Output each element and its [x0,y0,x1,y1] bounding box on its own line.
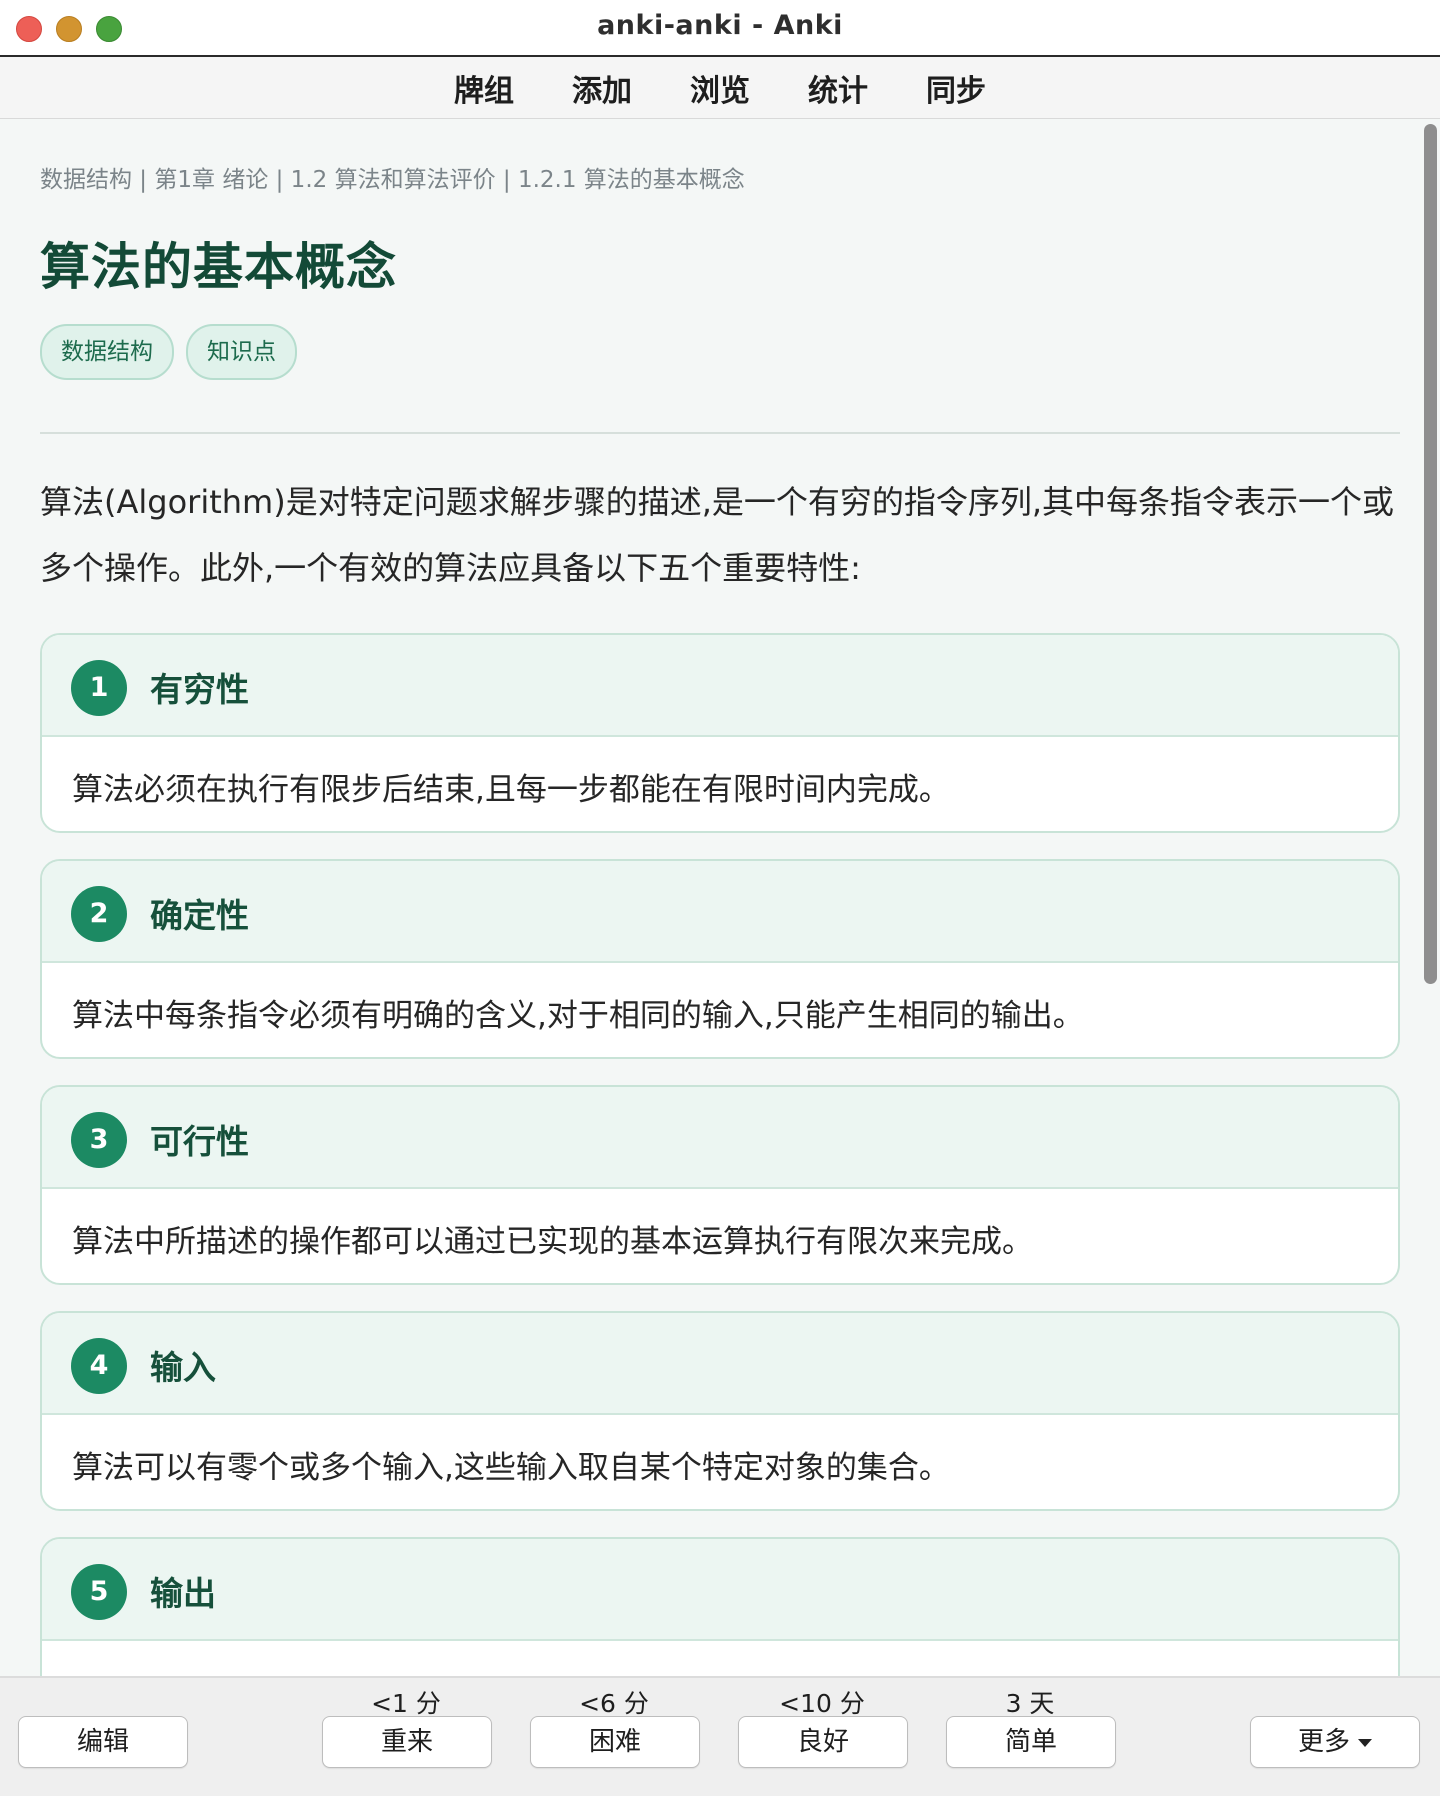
property-title: 有穷性 [150,670,249,709]
toolbar-sync[interactable]: 同步 [926,66,986,110]
property-number-badge: 4 [71,1338,127,1394]
property-title: 输入 [150,1348,216,1387]
property-number-badge: 2 [71,886,127,942]
toolbar-stats[interactable]: 统计 [808,66,868,110]
property-card: 3 可行性 算法中所描述的操作都可以通过已实现的基本运算执行有限次来完成。 [40,1085,1400,1285]
easy-button[interactable]: 简单 [946,1716,1116,1768]
property-card: 5 输出 [40,1537,1400,1676]
property-description: 算法可以有零个或多个输入,这些输入取自某个特定对象的集合。 [72,1450,950,1486]
toolbar-decks[interactable]: 牌组 [454,66,514,110]
tag-list: 数据结构 知识点 [40,324,297,380]
good-interval: <10 分 [779,1689,865,1718]
property-card-header: 1 有穷性 [42,635,1398,737]
main-toolbar: 牌组 添加 浏览 统计 同步 [0,57,1440,119]
tag-badge: 知识点 [186,324,297,380]
chevron-down-icon [1358,1738,1372,1747]
property-number-badge: 1 [71,660,127,716]
property-number-badge: 3 [71,1112,127,1168]
edit-button[interactable]: 编辑 [18,1716,188,1768]
divider [40,432,1400,434]
review-bottom-bar: 编辑 <1 分 重来 <6 分 困难 <10 分 良好 3 天 简单 更多 [0,1676,1440,1796]
toolbar-browse[interactable]: 浏览 [690,66,750,110]
property-card: 2 确定性 算法中每条指令必须有明确的含义,对于相同的输入,只能产生相同的输出。 [40,859,1400,1059]
hard-button[interactable]: 困难 [530,1716,700,1768]
again-button[interactable]: 重来 [322,1716,492,1768]
property-card-header: 2 确定性 [42,861,1398,963]
scrollbar-thumb[interactable] [1424,124,1437,984]
property-title: 确定性 [150,896,249,935]
property-card-header: 3 可行性 [42,1087,1398,1189]
property-card-header: 4 输入 [42,1313,1398,1415]
more-button[interactable]: 更多 [1250,1716,1420,1768]
card-title: 算法的基本概念 [40,238,397,296]
property-description: 算法必须在执行有限步后结束,且每一步都能在有限时间内完成。 [72,772,950,808]
property-number-badge: 5 [71,1564,127,1620]
good-button[interactable]: 良好 [738,1716,908,1768]
property-title: 输出 [150,1574,216,1613]
window-title: anki-anki - Anki [597,10,843,41]
breadcrumb: 数据结构 | 第1章 绪论 | 1.2 算法和算法评价 | 1.2.1 算法的基… [40,167,745,193]
property-description: 算法中所描述的操作都可以通过已实现的基本运算执行有限次来完成。 [72,1224,1033,1260]
property-description: 算法中每条指令必须有明确的含义,对于相同的输入,只能产生相同的输出。 [72,998,1084,1034]
hard-interval: <6 分 [579,1689,649,1718]
property-card-header: 5 输出 [42,1539,1398,1641]
easy-interval: 3 天 [1005,1689,1055,1718]
card-content: 数据结构 | 第1章 绪论 | 1.2 算法和算法评价 | 1.2.1 算法的基… [0,119,1421,1676]
again-interval: <1 分 [371,1689,441,1718]
property-card: 1 有穷性 算法必须在执行有限步后结束,且每一步都能在有限时间内完成。 [40,633,1400,833]
tag-badge: 数据结构 [40,324,174,380]
toolbar-add[interactable]: 添加 [572,66,632,110]
intro-paragraph: 算法(Algorithm)是对特定问题求解步骤的描述,是一个有穷的指令序列,其中… [40,483,1395,587]
title-bar: anki-anki - Anki [0,0,1440,57]
property-title: 可行性 [150,1122,249,1161]
property-card: 4 输入 算法可以有零个或多个输入,这些输入取自某个特定对象的集合。 [40,1311,1400,1511]
more-button-label: 更多 [1297,1727,1350,1757]
anki-window: anki-anki - Anki 牌组 添加 浏览 统计 同步 数据结构 | 第… [0,0,1440,1796]
